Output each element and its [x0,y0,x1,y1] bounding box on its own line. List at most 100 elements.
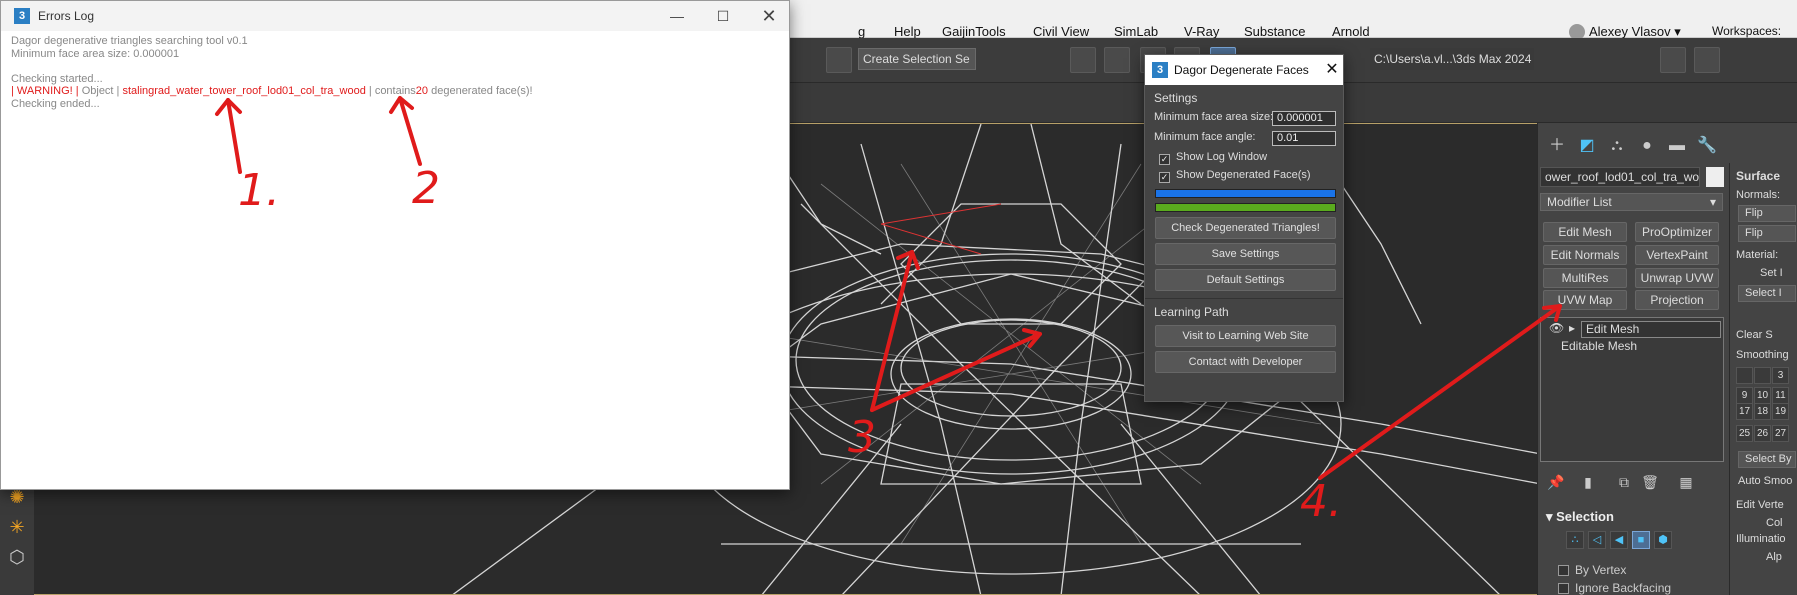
prooptimizer-button[interactable]: ProOptimizer [1635,222,1719,242]
default-settings-button[interactable]: Default Settings [1155,269,1336,291]
vertexpaint-button[interactable]: VertexPaint [1635,245,1719,265]
remove-modifier-icon[interactable]: 🗑 [1640,472,1660,492]
menu-simlab[interactable]: SimLab [1114,24,1158,39]
min-area-input[interactable]: 0.000001 [1272,111,1336,126]
uvw-map-button[interactable]: UVW Map [1543,290,1627,310]
element-level-icon[interactable]: ⬢ [1654,531,1672,549]
close-icon[interactable]: ✕ [1320,57,1344,83]
eye-icon[interactable]: 👁 [1549,321,1564,335]
smoothing-group-button[interactable]: 9 [1736,387,1753,404]
flip-button[interactable]: Flip [1738,205,1796,222]
annotation-label-1: 1. [238,165,280,216]
object-name-field[interactable]: ower_roof_lod01_col_tra_wood [1540,167,1700,187]
section-divider [1145,298,1343,299]
help-icon[interactable] [826,47,852,73]
check-degenerated-button[interactable]: Check Degenerated Triangles! [1155,217,1336,239]
face-level-icon[interactable]: ◀ [1610,531,1628,549]
surface-title[interactable]: Surface [1736,169,1780,183]
clear-selection-checkbox[interactable]: Clear S [1736,329,1773,341]
errors-log-titlebar[interactable]: 3 Errors Log — ☐ ✕ [1,1,789,31]
selection-rollout-title[interactable]: ▾ Selection [1546,509,1614,525]
checkbox-icon [1558,565,1569,577]
auto-smooth-button[interactable]: Auto Smoo [1738,475,1792,487]
utilities-tab-icon[interactable]: 🔧 [1696,135,1718,157]
illumination-label: Illuminatio [1736,533,1786,545]
configure-sets-icon[interactable]: ▦ [1676,472,1696,492]
show-degenerated-checkbox[interactable]: ✓ Show Degenerated Face(s) [1159,169,1311,183]
projection-button[interactable]: Projection [1635,290,1719,310]
expand-arrow-icon[interactable]: ▸ [1569,321,1575,335]
stack-tools: 📌 ▮ ⧉ 🗑 ▦ [1540,472,1724,496]
box-icon[interactable]: ⬡ [7,547,27,567]
menu-arnold[interactable]: Arnold [1332,24,1370,39]
ignore-backfacing-checkbox[interactable]: Ignore Backfacing [1558,581,1671,595]
unwrap-uvw-button[interactable]: Unwrap UVW [1635,268,1719,288]
3dsmax-app-icon: 3 [14,8,30,24]
menu-substance[interactable]: Substance [1244,24,1305,39]
maximize-icon[interactable]: ☐ [700,1,746,31]
selection-set-dropdown[interactable]: Create Selection Se [858,48,976,70]
motion-tab-icon[interactable]: ● [1636,135,1658,157]
min-angle-input[interactable]: 0.01 [1272,131,1336,146]
show-end-result-icon[interactable]: ▮ [1578,472,1598,492]
modify-tab-icon[interactable]: ◩ [1576,135,1598,157]
show-log-checkbox[interactable]: ✓ Show Log Window [1159,151,1267,165]
smoothing-group-button[interactable]: 26 [1754,425,1771,442]
dagor-titlebar[interactable]: 3 Dagor Degenerate Faces ✕ [1145,55,1343,85]
hierarchy-tab-icon[interactable]: ⛬ [1606,135,1628,157]
smoothing-group-button[interactable] [1736,367,1753,384]
stack-item-editable-mesh[interactable]: Editable Mesh [1561,339,1637,353]
smoothing-group-button[interactable]: 18 [1754,403,1771,420]
sky-light-icon[interactable]: ✳ [7,517,27,537]
menu-help[interactable]: Help [894,24,921,39]
display-tab-icon[interactable]: ▬ [1666,135,1688,157]
menu-vray[interactable]: V-Ray [1184,24,1219,39]
smoothing-group-button[interactable]: 19 [1772,403,1789,420]
smoothing-group-button[interactable] [1754,367,1771,384]
log-line: Dagor degenerative triangles searching t… [11,35,248,47]
smoothing-group-button[interactable]: 10 [1754,387,1771,404]
menu-gaijintools[interactable]: GaijinTools [942,24,1006,39]
show-log-label: Show Log Window [1176,151,1268,163]
align-icon[interactable] [1104,47,1130,73]
alpha-label: Alp [1766,551,1782,563]
smoothing-group-button[interactable]: 3 [1772,367,1789,384]
menu-partial[interactable]: g [858,24,865,39]
edit-normals-button[interactable]: Edit Normals [1543,245,1627,265]
modifier-list-dropdown[interactable]: Modifier List ▾ [1540,193,1723,211]
minimize-icon[interactable]: — [654,1,700,31]
settings-group-label: Settings [1154,91,1198,105]
stack-item-edit-mesh[interactable]: Edit Mesh [1581,321,1721,338]
smoothing-group-button[interactable]: 11 [1772,387,1789,404]
polygon-level-icon[interactable]: ■ [1632,531,1650,549]
menu-civil-view[interactable]: Civil View [1033,24,1089,39]
warning-prefix: | WARNING! | [11,85,79,97]
edit-mesh-button[interactable]: Edit Mesh [1543,222,1627,242]
select-id-button[interactable]: Select I [1738,285,1796,302]
create-tab-icon[interactable]: ＋ [1546,135,1568,157]
multires-button[interactable]: MultiRes [1543,268,1627,288]
edge-level-icon[interactable]: ◁ [1588,531,1606,549]
pin-stack-icon[interactable]: 📌 [1546,472,1566,492]
annotation-label-4: 4. [1300,476,1342,527]
sun-icon[interactable]: ✺ [7,487,27,507]
by-vertex-checkbox[interactable]: By Vertex [1558,563,1626,577]
select-by-sg-button[interactable]: Select By [1738,451,1796,468]
make-unique-icon[interactable]: ⧉ [1614,472,1634,492]
contact-developer-button[interactable]: Contact with Developer [1155,351,1336,373]
smoothing-group-button[interactable]: 17 [1736,403,1753,420]
save-settings-button[interactable]: Save Settings [1155,243,1336,265]
visit-learning-site-button[interactable]: Visit to Learning Web Site [1155,325,1336,347]
object-color-swatch[interactable] [1706,167,1724,187]
normals-label: Normals: [1736,189,1781,201]
project-path-dropdown[interactable]: C:\Users\a.vl...\3ds Max 2024 [1370,48,1534,70]
smoothing-group-button[interactable]: 27 [1772,425,1789,442]
vertex-level-icon[interactable]: ∴ [1566,531,1584,549]
rendered-frame-icon[interactable] [1694,47,1720,73]
smoothing-group-button[interactable]: 25 [1736,425,1753,442]
flip-normal-mode-button[interactable]: Flip [1738,225,1796,242]
mirror-icon[interactable] [1070,47,1096,73]
render-setup-icon[interactable] [1660,47,1686,73]
progress-bar-green [1155,203,1336,212]
close-icon[interactable]: ✕ [746,1,792,31]
